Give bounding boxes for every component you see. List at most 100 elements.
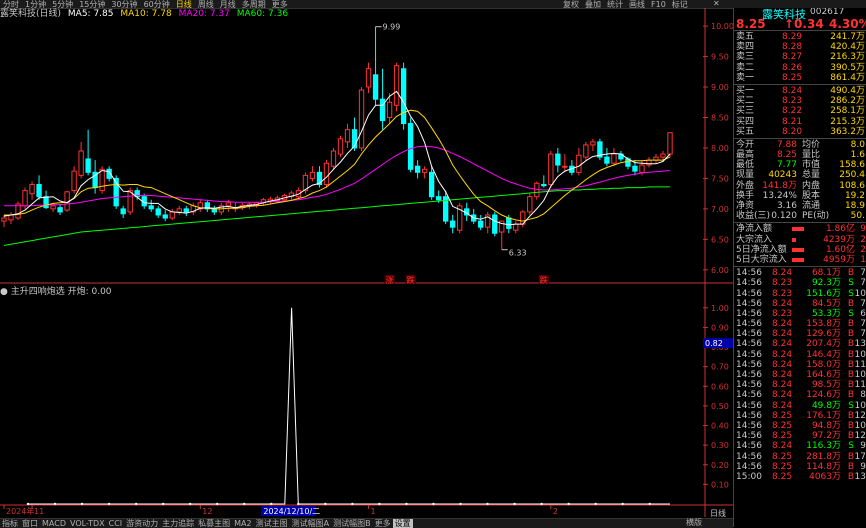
tick-row: 14:56 8.24 153.8万 B 7	[734, 319, 866, 329]
candle-body	[330, 150, 337, 167]
tick-count: 7	[860, 298, 866, 309]
tick-volume: 124.6万	[806, 390, 841, 401]
indicator-dot	[134, 502, 138, 506]
buy-orderbook: 买一 8.24 490.4万 买二 8.23 286.2万 买三 8.22 258.1万 买四 8.…	[734, 85, 866, 139]
quote-value: 7.88	[776, 139, 797, 150]
orderbook-row[interactable]: 卖四 8.28 420.4万	[734, 42, 866, 52]
tick-volume: 207.4万	[806, 339, 841, 350]
quote-value: 8.25	[776, 150, 797, 161]
candle-body	[379, 98, 386, 122]
candle-body	[155, 208, 161, 216]
tick-price: 8.24	[772, 339, 793, 350]
tick-row: 14:56 8.24 129.6万 B 7	[734, 329, 866, 339]
fund-flow-extra: 2	[860, 244, 866, 255]
orderbook-volume: 363.2万	[830, 126, 865, 137]
candle-body	[225, 202, 232, 207]
quote-value: 18.9	[844, 201, 865, 211]
candle-body	[428, 171, 435, 198]
fund-flow-value: 1.86亿	[825, 224, 855, 235]
orderbook-row[interactable]: 卖五 8.29 241.7万	[734, 32, 866, 42]
quote-value: 141.8万	[762, 180, 797, 191]
orderbook-volume: 861.4万	[830, 72, 865, 83]
tick-side: S	[848, 441, 854, 452]
tick-time: 14:56	[736, 380, 762, 391]
orderbook-row[interactable]: 买三 8.22 258.1万	[734, 106, 866, 116]
orderbook-row[interactable]: 卖三 8.27 216.3万	[734, 52, 866, 62]
tick-volume: 94.8万	[811, 420, 841, 431]
tick-time: 14:56	[736, 420, 762, 431]
indicator-dot	[26, 502, 30, 506]
indicator-dot	[648, 502, 651, 506]
indicator-dot	[594, 502, 597, 506]
tick-row: 14:56 8.25 281.8万 B 17	[734, 452, 866, 462]
indicator-dot	[297, 502, 300, 506]
tick-time: 15:00	[736, 471, 762, 482]
candle-body	[29, 184, 35, 195]
candle-body	[590, 141, 596, 146]
orderbook-row[interactable]: 买二 8.23 286.2万	[734, 96, 866, 106]
tick-side: B	[847, 431, 854, 442]
tick-count: 9	[860, 441, 866, 452]
orderbook-volume: 215.3万	[830, 116, 865, 127]
orderbook-row[interactable]: 买一 8.24 490.4万	[734, 86, 866, 96]
tick-time: 14:56	[736, 268, 762, 279]
orderbook-row[interactable]: 卖二 8.26 390.5万	[734, 63, 866, 73]
fund-flow-bar	[792, 257, 804, 262]
candle-body	[323, 162, 330, 186]
tick-list[interactable]: 14:56 8.24 68.1万 B 7 14:56 8.23 92.3万 S 7 14:56 8.2…	[734, 267, 866, 483]
tick-time: 14:56	[736, 400, 762, 411]
orderbook-row[interactable]: 买五 8.20 363.2万	[734, 127, 866, 137]
quote-row: 收益(三) 0.120 PE(动) 50.	[734, 211, 866, 221]
tick-count: 7	[860, 268, 866, 279]
candle-body	[548, 153, 554, 186]
tick-price: 8.24	[772, 319, 793, 330]
x-tick-label: 2	[553, 507, 558, 516]
indicator-title: ● 主升四响炮选 开炮: 0.00	[0, 286, 112, 298]
cursor-date-label: 2024/12/10/二	[263, 507, 320, 516]
orderbook-row[interactable]: 卖一 8.25 861.4万	[734, 73, 866, 83]
quote-row: 今开 7.88 均价 8.0	[734, 140, 866, 150]
indicator-dot	[459, 502, 462, 506]
tick-count: 6	[860, 308, 866, 319]
quote-label: PE(动)	[802, 211, 830, 222]
orderbook-row[interactable]: 买四 8.21 215.3万	[734, 117, 866, 127]
quote-label: 收益(三)	[736, 211, 771, 222]
tick-side: B	[847, 390, 854, 401]
candle-body	[576, 154, 582, 173]
quote-stats: 今开 7.88 均价 8.0 最高 8.25 量比 1.6 最低 7.77 市值 158.6 现量 402…	[734, 139, 866, 224]
candle-body	[372, 74, 379, 100]
tick-side: B	[847, 359, 854, 370]
fund-flow-bar	[792, 247, 804, 252]
fund-flow-bar	[792, 227, 804, 232]
tick-volume: 176.1万	[806, 410, 841, 421]
indicator-dot	[351, 502, 354, 506]
layout-tab[interactable]: 横版	[686, 518, 702, 527]
candle-body	[611, 153, 617, 164]
tick-price: 8.24	[772, 441, 793, 452]
tick-volume: 92.3万	[811, 278, 841, 289]
orderbook-price: 8.23	[782, 96, 803, 107]
signal-marker-label: 涨	[386, 275, 394, 285]
indicator-dot	[486, 502, 489, 506]
tick-side: B	[847, 329, 854, 340]
y-tick-label: 0.20	[711, 461, 729, 470]
sell-orderbook: 卖五 8.29 241.7万 卖四 8.28 420.4万 卖三 8.27 216.3万 卖二 8.…	[734, 31, 866, 85]
candle-body	[337, 138, 344, 155]
orderbook-volume: 390.5万	[830, 62, 865, 73]
tick-count: 17	[854, 451, 866, 462]
tick-volume: 281.8万	[806, 451, 841, 462]
tick-time: 14:56	[736, 349, 762, 360]
fund-flow-value: 4239万	[823, 234, 855, 245]
tick-side: B	[847, 461, 854, 472]
tick-side: S	[848, 278, 854, 289]
candle-body	[478, 220, 484, 228]
day-label: 日线	[710, 509, 726, 518]
orderbook-volume: 420.4万	[830, 42, 865, 53]
candle-body	[78, 150, 84, 176]
candlestick-chart[interactable]: 10.00 9.50 9.00 8.50 8.00 7.50 7.00 6.50 6.00 1.0…	[0, 0, 733, 527]
signal-marker-label: 跌	[540, 275, 548, 285]
quote-label: 净资	[736, 201, 755, 211]
ma5-line	[3, 90, 671, 226]
tick-price: 8.25	[772, 431, 793, 442]
quote-label: 现量	[736, 170, 755, 181]
